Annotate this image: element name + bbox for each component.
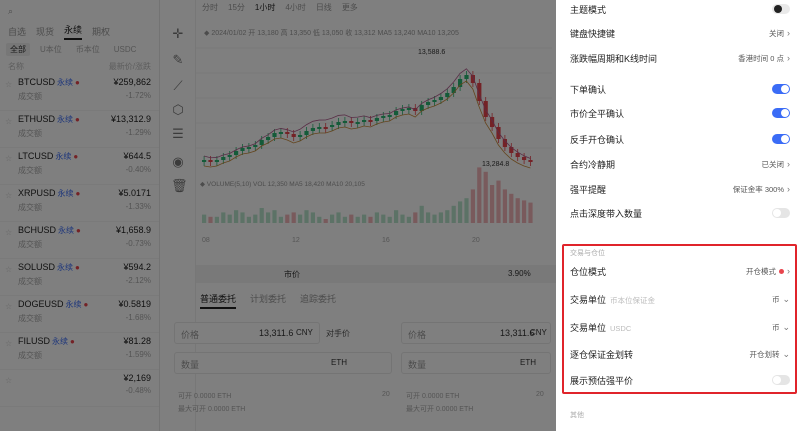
- setting-shortcut[interactable]: 键盘快捷键 关闭 ›: [570, 24, 790, 42]
- setting-confirm_close[interactable]: 市价全平确认: [570, 104, 790, 122]
- highlight-box: [562, 244, 797, 394]
- setting-label: 反手开仓确认: [570, 134, 625, 145]
- setting-value: 香港时间 0 点: [738, 53, 784, 63]
- setting-liq_alert[interactable]: 强平提醒 保证金率 300% ›: [570, 180, 790, 198]
- chevron-right-icon: ›: [787, 53, 790, 63]
- setting-depth_qty[interactable]: 点击深度带入数量: [570, 204, 790, 222]
- setting-label: 强平提醒: [570, 184, 607, 195]
- chevron-right-icon: ›: [787, 159, 790, 169]
- modal-backdrop[interactable]: [0, 0, 556, 431]
- setting-cooldown[interactable]: 合约冷静期 已关闭 ›: [570, 155, 790, 173]
- setting-theme[interactable]: 主题模式: [570, 0, 790, 18]
- setting-confirm_order[interactable]: 下单确认: [570, 80, 790, 98]
- setting-label: 下单确认: [570, 84, 607, 95]
- setting-label: 主题模式: [570, 4, 607, 15]
- setting-label: 合约冷静期: [570, 159, 616, 170]
- chevron-right-icon: ›: [787, 28, 790, 38]
- toggle-switch[interactable]: [772, 4, 790, 14]
- setting-value: 保证金率 300%: [732, 184, 784, 194]
- toggle-switch[interactable]: [772, 208, 790, 218]
- setting-confirm_reverse[interactable]: 反手开仓确认: [570, 130, 790, 148]
- setting-period[interactable]: 涨跌幅周期和K线时间 香港时间 0 点 ›: [570, 49, 790, 67]
- setting-label: 键盘快捷键: [570, 28, 616, 39]
- setting-label: 涨跌幅周期和K线时间: [570, 53, 658, 64]
- setting-label: 市价全平确认: [570, 108, 625, 119]
- setting-label: 点击深度带入数量: [570, 208, 643, 219]
- toggle-switch[interactable]: [772, 84, 790, 94]
- setting-value: 关闭: [769, 28, 784, 38]
- setting-value: 已关闭: [761, 159, 785, 169]
- chevron-right-icon: ›: [787, 184, 790, 194]
- toggle-switch[interactable]: [772, 108, 790, 118]
- toggle-switch[interactable]: [772, 134, 790, 144]
- section-other-title: 其他: [570, 412, 584, 419]
